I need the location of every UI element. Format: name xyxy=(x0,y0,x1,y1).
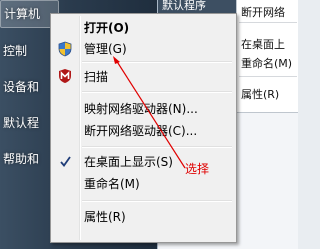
annotation-label: 选择 xyxy=(185,162,210,176)
annotation-arrow xyxy=(113,56,186,169)
